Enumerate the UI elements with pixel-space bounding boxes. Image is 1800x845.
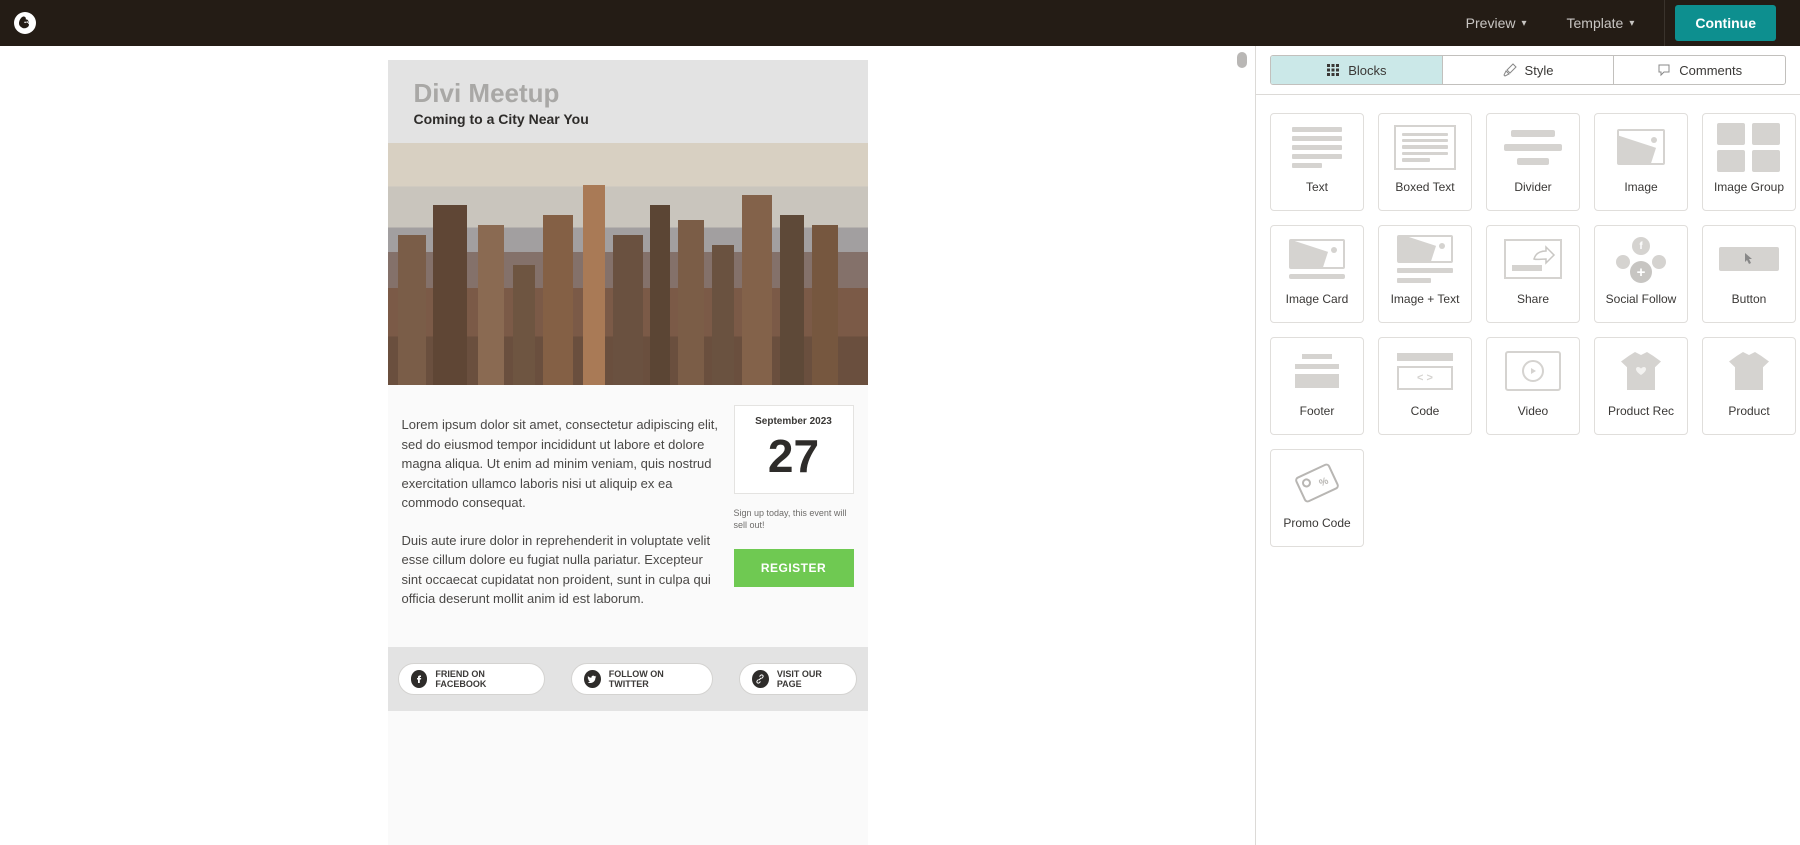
register-button[interactable]: REGISTER [734, 549, 854, 587]
social-twitter[interactable]: FOLLOW ON TWITTER [571, 663, 713, 695]
email-header-block[interactable]: Divi Meetup Coming to a City Near You [388, 60, 868, 143]
block-image-group-label: Image Group [1714, 180, 1784, 194]
block-promo-code[interactable]: % Promo Code [1270, 449, 1364, 547]
signup-note: Sign up today, this event will sell out! [734, 508, 854, 531]
block-divider-label: Divider [1514, 180, 1551, 194]
block-product-label: Product [1728, 404, 1769, 418]
email-footer[interactable]: FRIEND ON FACEBOOK FOLLOW ON TWITTER VIS… [388, 647, 868, 711]
event-date-box[interactable]: September 2023 27 [734, 405, 854, 494]
topbar: Preview ▾ Template ▾ Continue [0, 0, 1800, 46]
block-share-label: Share [1517, 292, 1549, 306]
block-boxed-text-label: Boxed Text [1395, 180, 1454, 194]
block-image-label: Image [1624, 180, 1657, 194]
block-promo-code-label: Promo Code [1283, 516, 1350, 530]
event-month: September 2023 [739, 416, 849, 427]
tab-blocks[interactable]: Blocks [1271, 56, 1443, 84]
comment-icon [1657, 63, 1671, 77]
block-image[interactable]: Image [1594, 113, 1688, 211]
block-divider[interactable]: Divider [1486, 113, 1580, 211]
tab-blocks-label: Blocks [1348, 63, 1386, 78]
link-icon [752, 670, 769, 688]
block-code[interactable]: < > Code [1378, 337, 1472, 435]
panel-tabs: Blocks Style Comments [1270, 55, 1786, 85]
paintbrush-icon [1503, 63, 1517, 77]
email-title: Divi Meetup [414, 78, 842, 109]
tab-comments[interactable]: Comments [1614, 56, 1785, 84]
twitter-icon [584, 670, 601, 688]
blocks-grid: Text Boxed Text Divider Image Image Grou… [1256, 95, 1800, 565]
block-product-rec[interactable]: Product Rec [1594, 337, 1688, 435]
block-image-card-label: Image Card [1286, 292, 1349, 306]
chevron-down-icon: ▾ [1629, 18, 1634, 29]
email-sidebar[interactable]: September 2023 27 Sign up today, this ev… [734, 405, 854, 627]
block-footer-label: Footer [1300, 404, 1335, 418]
topbar-divider [1664, 0, 1665, 46]
social-tw-label: FOLLOW ON TWITTER [609, 669, 700, 689]
email-subtitle: Coming to a City Near You [414, 111, 842, 127]
email-hero-image[interactable] [388, 143, 868, 385]
block-video[interactable]: Video [1486, 337, 1580, 435]
block-button-label: Button [1732, 292, 1767, 306]
block-share[interactable]: Share [1486, 225, 1580, 323]
preview-dropdown[interactable]: Preview ▾ [1446, 0, 1547, 46]
grid-icon [1326, 63, 1340, 77]
block-text-label: Text [1306, 180, 1328, 194]
email-paragraph-1: Lorem ipsum dolor sit amet, consectetur … [402, 415, 720, 513]
right-panel: Blocks Style Comments Text Boxed Text [1255, 46, 1800, 845]
social-web-label: VISIT OUR PAGE [777, 669, 845, 689]
block-video-label: Video [1518, 404, 1548, 418]
block-image-text-label: Image + Text [1391, 292, 1460, 306]
tab-comments-label: Comments [1679, 63, 1742, 78]
block-image-card[interactable]: Image Card [1270, 225, 1364, 323]
email-paragraph-2: Duis aute irure dolor in reprehenderit i… [402, 531, 720, 609]
canvas-scrollbar[interactable] [1237, 52, 1247, 839]
social-fb-label: FRIEND ON FACEBOOK [435, 669, 531, 689]
block-image-text[interactable]: Image + Text [1378, 225, 1472, 323]
block-product[interactable]: Product [1702, 337, 1796, 435]
tab-style[interactable]: Style [1443, 56, 1615, 84]
facebook-icon [411, 670, 428, 688]
block-code-label: Code [1411, 404, 1440, 418]
block-social-follow-label: Social Follow [1606, 292, 1677, 306]
email-body[interactable]: Lorem ipsum dolor sit amet, consectetur … [388, 385, 868, 647]
social-facebook[interactable]: FRIEND ON FACEBOOK [398, 663, 545, 695]
block-text[interactable]: Text [1270, 113, 1364, 211]
email-text-block[interactable]: Lorem ipsum dolor sit amet, consectetur … [402, 405, 720, 627]
preview-label: Preview [1466, 15, 1516, 31]
scrollbar-thumb[interactable] [1237, 52, 1247, 68]
block-boxed-text[interactable]: Boxed Text [1378, 113, 1472, 211]
block-footer[interactable]: Footer [1270, 337, 1364, 435]
block-product-rec-label: Product Rec [1608, 404, 1674, 418]
tab-style-label: Style [1525, 63, 1554, 78]
template-dropdown[interactable]: Template ▾ [1547, 0, 1655, 46]
template-label: Template [1567, 15, 1624, 31]
editor-canvas[interactable]: Divi Meetup Coming to a City Near You Lo… [0, 46, 1255, 845]
block-button[interactable]: Button [1702, 225, 1796, 323]
social-website[interactable]: VISIT OUR PAGE [739, 663, 858, 695]
chevron-down-icon: ▾ [1521, 18, 1526, 29]
block-image-group[interactable]: Image Group [1702, 113, 1796, 211]
main: Divi Meetup Coming to a City Near You Lo… [0, 46, 1800, 845]
mailchimp-logo[interactable] [0, 0, 50, 46]
block-social-follow[interactable]: f+ Social Follow [1594, 225, 1688, 323]
continue-button[interactable]: Continue [1675, 5, 1776, 41]
email-preview[interactable]: Divi Meetup Coming to a City Near You Lo… [388, 60, 868, 845]
event-day: 27 [739, 433, 849, 479]
